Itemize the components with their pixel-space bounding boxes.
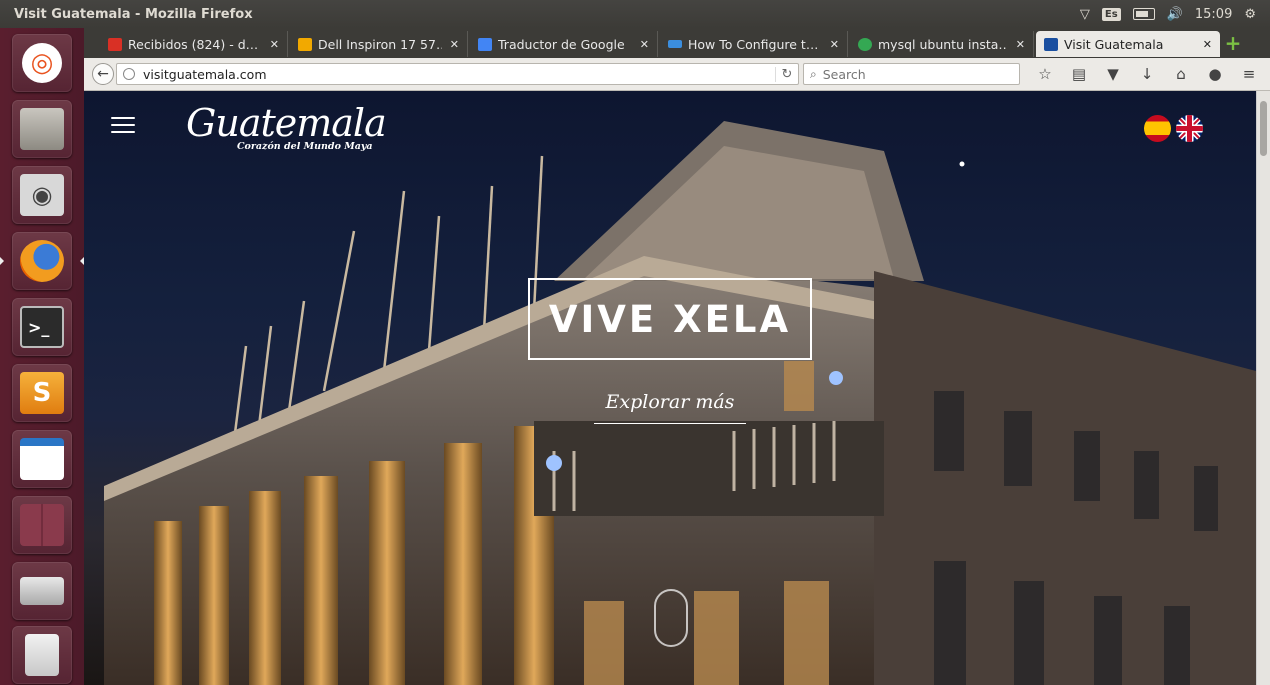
search-bar[interactable]: ⌕ [803,63,1020,85]
scroll-down-indicator[interactable] [654,589,688,647]
close-icon[interactable]: ✕ [450,38,459,51]
system-indicators: ▽ Es 🔊 15:09 ⚙ [1080,7,1270,22]
dell-favicon-icon [298,37,312,51]
tab-how-to-configure[interactable]: How To Configure t… ✕ [660,31,848,57]
hero-title-box: VIVE XELA [528,278,812,360]
page-scrollbar[interactable] [1256,91,1270,685]
tab-label: mysql ubuntu insta… [878,36,1008,52]
close-icon[interactable]: ✕ [1203,38,1212,51]
tab-label: Traductor de Google [498,36,625,52]
launcher: ◎ ◉ >_ S [0,28,85,685]
close-icon[interactable]: ✕ [270,38,279,51]
site-logo[interactable]: Guatemala [186,101,387,145]
explore-more-link[interactable]: Explorar más [594,391,746,424]
tab-visit-guatemala[interactable]: Visit Guatemala ✕ [1036,31,1220,57]
cloud-icon [668,40,682,48]
download-icon[interactable]: ↓ [1130,65,1164,83]
volume-icon[interactable]: 🔊 [1167,7,1183,22]
sublime-text-icon: S [20,372,64,414]
launcher-dash-button[interactable]: ◎ [12,34,72,92]
tab-label: How To Configure t… [688,36,819,52]
close-icon[interactable]: ✕ [640,38,649,51]
launcher-terminal-button[interactable]: >_ [12,298,72,356]
tab-label: Dell Inspiron 17 57… [318,36,442,52]
clock[interactable]: 15:09 [1195,7,1232,22]
tab-label: Recibidos (824) - d… [128,36,259,52]
top-panel: Visit Guatemala - Mozilla Firefox ▽ Es 🔊… [0,0,1270,28]
window-title: Visit Guatemala - Mozilla Firefox [14,6,253,22]
tab-bar: Recibidos (824) - d… ✕ Dell Inspiron 17 … [84,28,1270,58]
close-icon[interactable]: ✕ [1016,38,1025,51]
hard-drive-icon [20,577,64,605]
launcher-workspaces-button[interactable] [12,496,72,554]
wifi-icon[interactable]: ▽ [1080,7,1090,22]
tab-dell[interactable]: Dell Inspiron 17 57… ✕ [290,31,468,57]
ubuntu-logo-icon: ◎ [22,43,62,83]
workspace-switcher-icon [20,504,64,546]
file-cabinet-icon [20,108,64,150]
battery-icon[interactable] [1132,8,1155,20]
url-text[interactable]: visitguatemala.com [143,67,775,82]
navigation-toolbar: ← visitguatemala.com ↻ ⌕ ☆ ▤ ▼ ↓ ⌂ ● ≡ [84,58,1270,91]
url-bar[interactable]: visitguatemala.com ↻ [116,63,799,85]
scrollbar-thumb[interactable] [1260,101,1267,156]
uk-flag-icon[interactable] [1176,115,1203,142]
terminal-icon: >_ [20,306,64,348]
document-icon [20,438,64,480]
close-icon[interactable]: ✕ [830,38,839,51]
new-tab-plus-icon[interactable]: + [1222,33,1244,53]
launcher-trash-button[interactable] [12,626,72,684]
tab-label: Visit Guatemala [1064,36,1164,52]
gear-icon[interactable]: ⚙ [1244,7,1256,22]
spanish-flag-icon[interactable] [1144,115,1171,142]
keyboard-layout-indicator[interactable]: Es [1101,7,1121,21]
home-icon[interactable]: ⌂ [1164,65,1198,83]
search-icon: ⌕ [810,66,817,81]
google-icon [858,37,872,51]
tab-google-translate[interactable]: Traductor de Google ✕ [470,31,658,57]
pocket-icon[interactable]: ▼ [1096,65,1130,83]
toolbar-icons: ☆ ▤ ▼ ↓ ⌂ ● ≡ [1028,58,1266,90]
tab-gmail[interactable]: Recibidos (824) - d… ✕ [100,31,288,57]
launcher-firefox-button[interactable] [0,232,84,290]
trash-icon [25,634,59,676]
launcher-impress-button[interactable] [12,430,72,488]
chat-icon[interactable]: ● [1198,65,1232,83]
site-info-icon[interactable] [123,68,135,80]
visit-guatemala-favicon-icon [1044,37,1058,51]
star-icon[interactable]: ☆ [1028,65,1062,83]
tab-mysql-search[interactable]: mysql ubuntu insta… ✕ [850,31,1034,57]
firefox-icon [20,240,64,282]
back-arrow-icon[interactable]: ← [92,63,114,85]
translate-icon [478,37,492,51]
page-content: Guatemala Corazón del Mundo Maya VIVE XE… [84,91,1256,685]
launcher-sublime-button[interactable]: S [12,364,72,422]
hero-title: VIVE XELA [548,297,792,341]
camera-icon: ◉ [20,174,64,216]
logo-tagline: Corazón del Mundo Maya [237,141,373,152]
reading-list-icon[interactable]: ▤ [1062,65,1096,83]
launcher-screenshot-button[interactable]: ◉ [12,166,72,224]
gmail-icon [108,37,122,51]
search-input[interactable] [820,65,995,83]
reload-icon[interactable]: ↻ [775,66,798,82]
launcher-files-button[interactable] [12,100,72,158]
menu-icon[interactable]: ≡ [1232,65,1266,83]
launcher-drive-button[interactable] [12,562,72,620]
hamburger-menu-icon[interactable] [111,117,135,135]
